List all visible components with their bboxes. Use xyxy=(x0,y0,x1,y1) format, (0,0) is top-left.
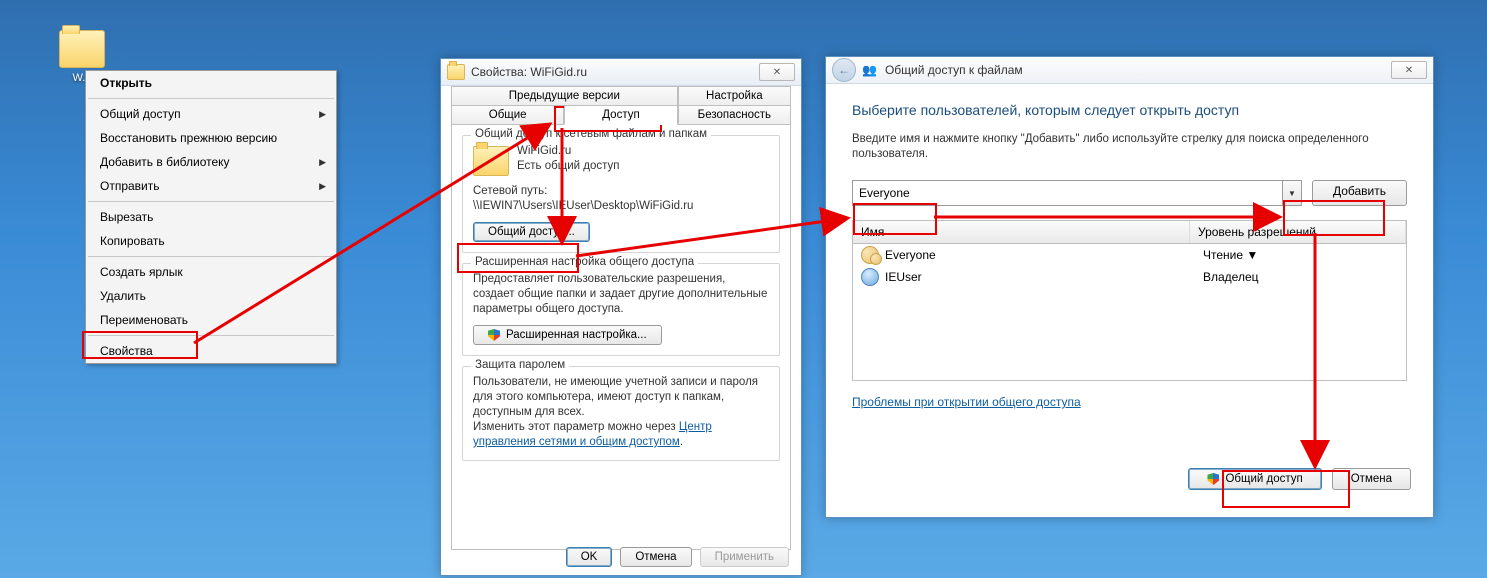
password-desc2: Изменить этот параметр можно через xyxy=(473,421,679,433)
ctx-copy[interactable]: Копировать xyxy=(86,229,336,253)
share-cancel-button[interactable]: Отмена xyxy=(1332,468,1411,490)
share-title: Общий доступ к файлам xyxy=(885,63,1023,77)
close-icon[interactable]: ✕ xyxy=(759,63,795,81)
share-button[interactable]: Общий доступ... xyxy=(473,222,590,242)
properties-window: Свойства: WiFiGid.ru ✕ Предыдущие версии… xyxy=(440,58,802,576)
row-name: Everyone xyxy=(885,248,1203,262)
add-button[interactable]: Добавить xyxy=(1312,180,1407,206)
share-state: Есть общий доступ xyxy=(517,159,619,174)
tab-previous-versions[interactable]: Предыдущие версии xyxy=(451,86,678,106)
dropdown-icon[interactable]: ▼ xyxy=(1283,180,1302,206)
advanced-share-button[interactable]: Расширенная настройка... xyxy=(473,325,662,345)
share-confirm-button[interactable]: Общий доступ xyxy=(1188,468,1321,490)
netpath-value: \\IEWIN7\Users\IEUser\Desktop\WiFiGid.ru xyxy=(473,199,769,214)
netpath-label: Сетевой путь: xyxy=(473,184,769,199)
share-desc: Введите имя и нажмите кнопку "Добавить" … xyxy=(852,132,1407,162)
table-row[interactable]: Everyone Чтение ▼ xyxy=(853,244,1406,266)
ctx-share[interactable]: Общий доступ▶ xyxy=(86,102,336,126)
share-folder-name: WiFiGid.ru xyxy=(517,144,619,159)
back-icon[interactable]: ← xyxy=(832,58,856,82)
share-heading: Выберите пользователей, которым следует … xyxy=(852,102,1407,118)
close-icon[interactable]: ✕ xyxy=(1391,61,1427,79)
group-icon xyxy=(861,246,879,264)
user-combo: ▼ Добавить xyxy=(852,180,1407,206)
password-desc: Пользователи, не имеющие учетной записи … xyxy=(473,375,769,420)
tab-customize[interactable]: Настройка xyxy=(678,86,791,106)
ctx-cut[interactable]: Вырезать xyxy=(86,205,336,229)
group-netshare-title: Общий доступ к сетевым файлам и папкам xyxy=(471,128,711,140)
folder-icon xyxy=(473,146,509,176)
folder-icon xyxy=(447,64,465,80)
col-permission[interactable]: Уровень разрешений xyxy=(1190,221,1406,243)
share-titlebar[interactable]: ← 👥 Общий доступ к файлам ✕ xyxy=(826,57,1433,84)
shield-icon xyxy=(488,329,500,341)
context-menu: Открыть Общий доступ▶ Восстановить прежн… xyxy=(85,70,337,364)
group-advanced-title: Расширенная настройка общего доступа xyxy=(471,256,698,268)
user-icon xyxy=(861,268,879,286)
tabs-row-1: Предыдущие версии Настройка xyxy=(451,86,791,106)
ctx-addlib[interactable]: Добавить в библиотеку▶ xyxy=(86,150,336,174)
ctx-shortcut[interactable]: Создать ярлык xyxy=(86,260,336,284)
trouble-link[interactable]: Проблемы при открытии общего доступа xyxy=(852,395,1081,409)
user-input[interactable] xyxy=(852,180,1283,206)
file-sharing-window: ← 👥 Общий доступ к файлам ✕ Выберите пол… xyxy=(825,56,1434,518)
shield-icon xyxy=(1207,473,1219,485)
ctx-open[interactable]: Открыть xyxy=(86,71,336,95)
tab-general[interactable]: Общие xyxy=(451,105,564,125)
cancel-button[interactable]: Отмена xyxy=(620,547,691,567)
share-table-header: Имя Уровень разрешений xyxy=(852,220,1407,244)
group-password-title: Защита паролем xyxy=(471,359,569,371)
ctx-properties[interactable]: Свойства xyxy=(86,339,336,363)
row-permission: Владелец xyxy=(1203,270,1398,284)
ok-button[interactable]: OK xyxy=(566,547,613,567)
properties-titlebar[interactable]: Свойства: WiFiGid.ru ✕ xyxy=(441,59,801,86)
people-icon: 👥 xyxy=(862,63,877,77)
ctx-sendto[interactable]: Отправить▶ xyxy=(86,174,336,198)
properties-title: Свойства: WiFiGid.ru xyxy=(471,65,587,79)
ctx-rename[interactable]: Переименовать xyxy=(86,308,336,332)
ctx-restore[interactable]: Восстановить прежнюю версию xyxy=(86,126,336,150)
row-permission[interactable]: Чтение ▼ xyxy=(1203,248,1398,262)
col-name[interactable]: Имя xyxy=(853,221,1190,243)
apply-button[interactable]: Применить xyxy=(700,547,789,567)
ctx-delete[interactable]: Удалить xyxy=(86,284,336,308)
folder-icon xyxy=(59,30,105,68)
tab-sharing[interactable]: Доступ xyxy=(564,105,677,125)
row-name: IEUser xyxy=(885,270,1203,284)
desktop: W... Открыть Общий доступ▶ Восстановить … xyxy=(0,0,1487,578)
tab-page-sharing: Общий доступ к сетевым файлам и папкам W… xyxy=(451,125,791,550)
tab-security[interactable]: Безопасность xyxy=(678,105,791,125)
tabs-row-2: Общие Доступ Безопасность xyxy=(451,105,791,125)
share-table-body: Everyone Чтение ▼ IEUser Владелец xyxy=(852,244,1407,381)
advanced-desc: Предоставляет пользовательские разрешени… xyxy=(473,272,769,317)
table-row[interactable]: IEUser Владелец xyxy=(853,266,1406,288)
